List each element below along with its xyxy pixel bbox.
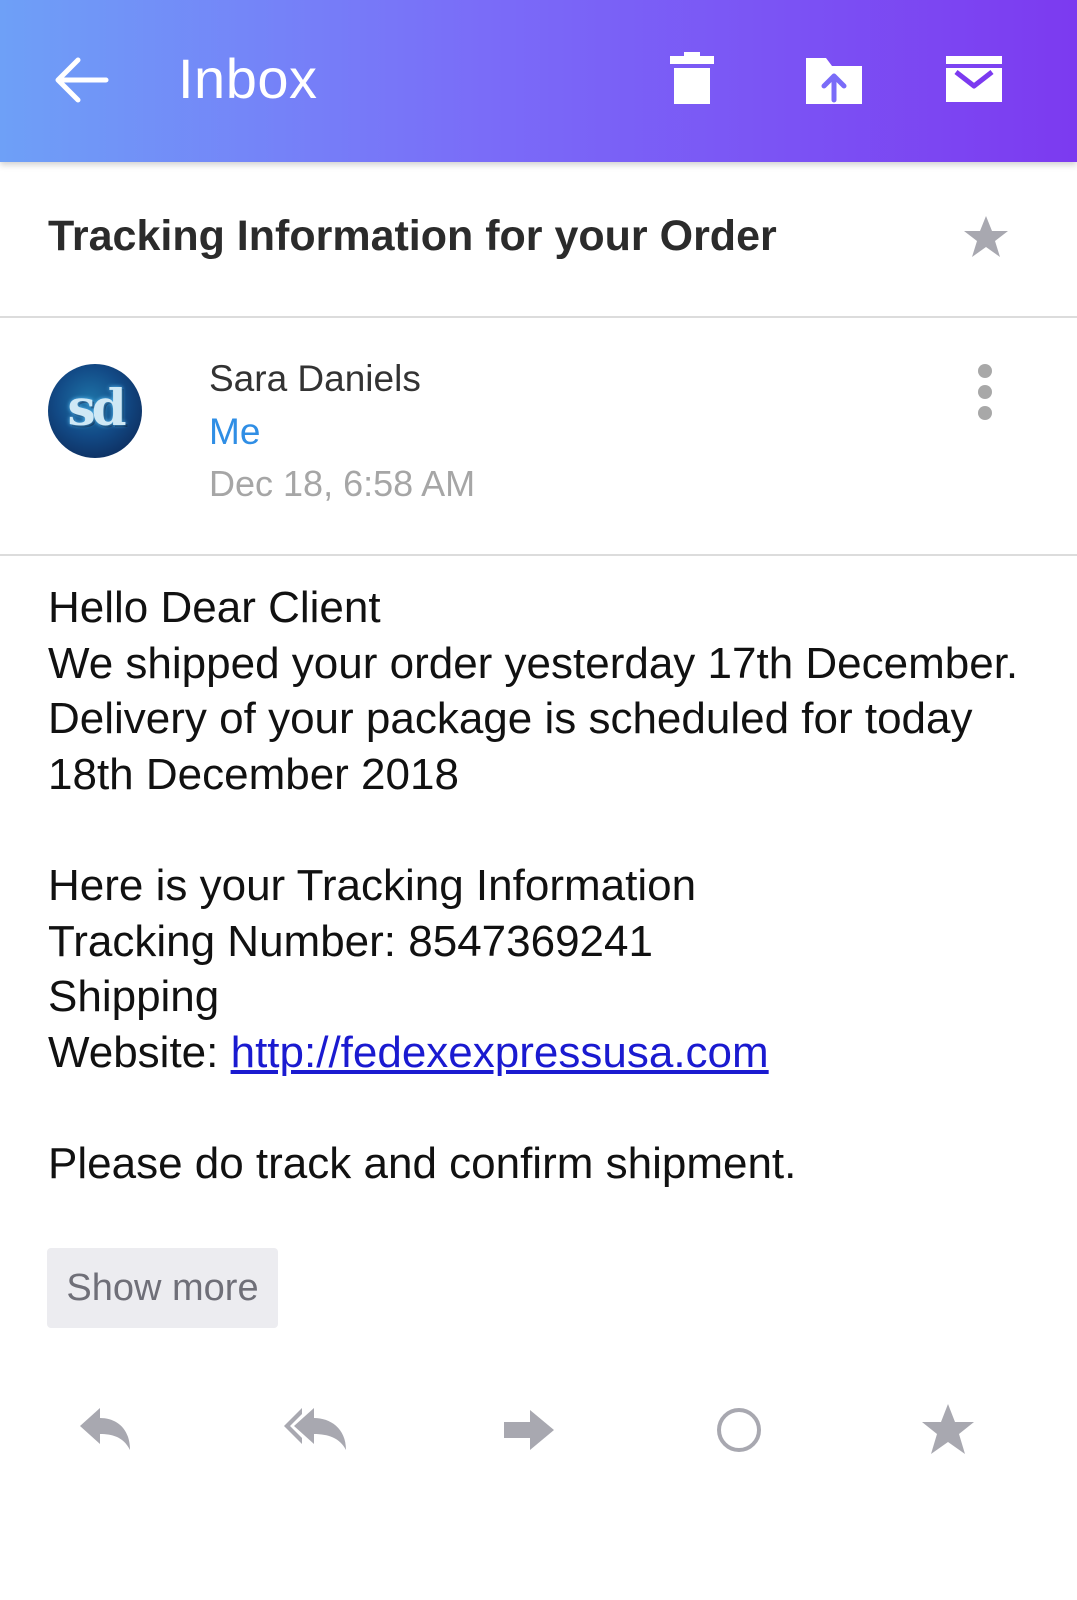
sender-name[interactable]: Sara Daniels [209, 358, 421, 400]
app-bar: Inbox [0, 0, 1077, 162]
avatar-initials: sd [67, 378, 126, 437]
folder-move-icon [806, 58, 862, 104]
star-icon [922, 1404, 974, 1454]
archive-icon [946, 56, 1002, 102]
body-line-website: Website: http://fedexexpressusa.com [48, 1025, 1028, 1081]
email-subject: Tracking Information for your Order [48, 212, 777, 260]
email-date: Dec 18, 6:58 AM [209, 463, 476, 504]
arrow-left-icon [55, 57, 109, 103]
subject-row: Tracking Information for your Order [0, 162, 1077, 318]
body-line: Here is your Tracking Information [48, 860, 697, 910]
move-button[interactable] [802, 52, 866, 112]
kebab-icon-dot [978, 406, 992, 420]
body-line: Please do track and confirm shipment. [48, 1138, 797, 1188]
kebab-icon-dot [978, 364, 992, 378]
page-title: Inbox [178, 47, 318, 110]
back-button[interactable] [52, 52, 112, 108]
trash-icon [670, 52, 714, 104]
body-line: Tracking Number: 8547369241 [48, 916, 653, 966]
body-line: Delivery of your package is scheduled fo… [48, 694, 973, 799]
reply-all-icon [284, 1408, 346, 1450]
body-line: Hello Dear Client [48, 583, 381, 632]
show-more-button[interactable]: Show more [47, 1248, 278, 1328]
delete-button[interactable] [660, 52, 724, 112]
star-action-button[interactable] [918, 1402, 978, 1458]
body-line: We shipped your order yesterday 17th Dec… [48, 638, 1019, 688]
more-options-button[interactable] [968, 364, 1002, 426]
forward-icon [504, 1410, 554, 1450]
message-header: sd Sara Daniels Me Dec 18, 6:58 AM [0, 318, 1077, 556]
reply-icon [80, 1408, 130, 1450]
circle-icon [717, 1408, 761, 1452]
recipient-link[interactable]: Me [209, 411, 260, 453]
archive-button[interactable] [942, 52, 1006, 112]
reply-all-button[interactable] [284, 1402, 350, 1458]
star-button[interactable] [962, 214, 1010, 260]
kebab-icon-dot [978, 385, 992, 399]
tracking-website-link[interactable]: http://fedexexpressusa.com [231, 1028, 769, 1077]
body-line: Shipping [48, 972, 220, 1022]
mark-unread-button[interactable] [710, 1402, 770, 1458]
star-icon [964, 216, 1008, 257]
reply-button[interactable] [76, 1402, 136, 1458]
avatar[interactable]: sd [48, 364, 142, 458]
website-label: Website: [48, 1027, 231, 1077]
email-body: Hello Dear Client We shipped your order … [48, 580, 1028, 1192]
forward-button[interactable] [500, 1402, 560, 1458]
